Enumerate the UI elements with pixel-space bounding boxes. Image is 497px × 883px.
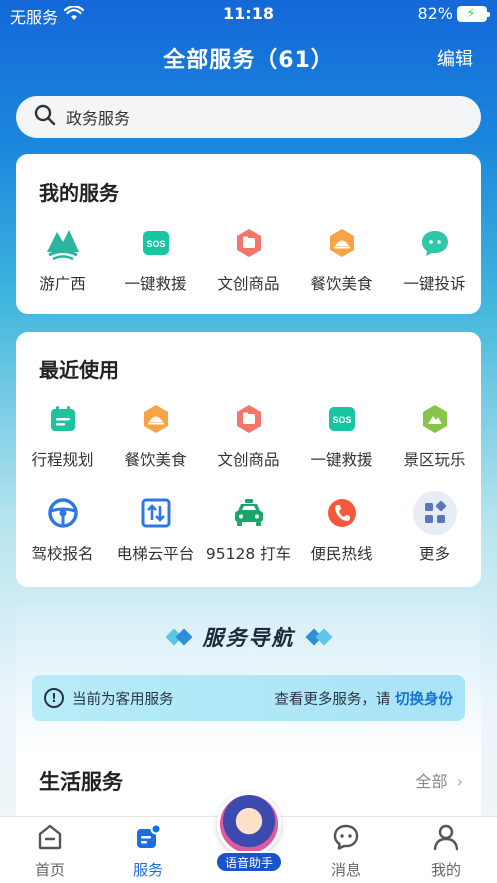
service-label: 95128 打车 xyxy=(205,545,292,563)
my-services-card: 我的服务 游广西 SOS 一键救援 文创商品 餐饮美食 一键投诉 xyxy=(16,154,481,314)
service-sos[interactable]: SOS 一键救援 xyxy=(109,220,202,294)
tab-label: 服务 xyxy=(132,861,163,879)
service-nav-title: 服务导航 xyxy=(202,626,295,650)
food-dome-icon xyxy=(133,396,179,442)
service-elevator[interactable]: 电梯云平台 xyxy=(109,490,202,564)
search-icon xyxy=(34,104,66,130)
service-cultural-goods[interactable]: 文创商品 xyxy=(202,220,295,294)
diamond-left-icon xyxy=(165,628,192,646)
svg-text:SOS: SOS xyxy=(146,239,165,249)
service-nav-header: 服务导航 xyxy=(16,622,481,652)
service-label: 驾校报名 xyxy=(31,545,94,563)
notice-text: 当前为客用服务 xyxy=(72,691,174,708)
tab-label: 我的 xyxy=(430,861,461,879)
service-label: 游广西 xyxy=(39,275,86,293)
more-grid-icon xyxy=(412,490,458,536)
switch-identity-link[interactable]: 切换身份 xyxy=(395,692,453,708)
user-icon xyxy=(432,823,460,855)
my-services-title: 我的服务 xyxy=(39,181,119,205)
identity-notice: ! 当前为客用服务 查看更多服务，请 切换身份 xyxy=(32,675,465,721)
my-services-grid: 游广西 SOS 一键救援 文创商品 餐饮美食 一键投诉 xyxy=(16,220,481,294)
service-label: 餐饮美食 xyxy=(310,275,373,293)
service-driving-school[interactable]: 驾校报名 xyxy=(16,490,109,564)
service-food[interactable]: 餐饮美食 xyxy=(295,220,388,294)
guangxi-mountain-icon xyxy=(40,220,86,266)
service-hotline[interactable]: 便民热线 xyxy=(295,490,388,564)
recent-grid-row: 驾校报名 电梯云平台 95128 打车 便民热线 更多 xyxy=(16,490,481,564)
assistant-label: 语音助手 xyxy=(215,851,283,873)
service-label: 文创商品 xyxy=(217,275,280,293)
diamond-right-icon xyxy=(305,628,332,646)
status-bar: 无服务 11:18 82% ⚡ xyxy=(0,0,497,30)
voice-assistant-button[interactable]: 语音助手 xyxy=(209,790,289,878)
service-label: 一键救援 xyxy=(124,275,187,293)
service-label: 便民热线 xyxy=(310,545,373,563)
chevron-right-icon: › xyxy=(456,772,463,791)
edit-button[interactable]: 编辑 xyxy=(437,45,473,71)
search-input[interactable]: 政务服务 xyxy=(16,96,481,138)
elevator-icon xyxy=(133,490,179,536)
service-food[interactable]: 餐饮美食 xyxy=(109,396,202,470)
search-placeholder: 政务服务 xyxy=(66,109,131,128)
svg-text:SOS: SOS xyxy=(332,415,351,425)
sos-icon: SOS xyxy=(319,396,365,442)
service-guangxi[interactable]: 游广西 xyxy=(16,220,109,294)
phone-icon xyxy=(319,490,365,536)
assistant-avatar xyxy=(217,792,281,856)
recent-grid-row: 行程规划 餐饮美食 文创商品 SOS 一键救援 景区玩乐 xyxy=(16,396,481,470)
service-trip-planning[interactable]: 行程规划 xyxy=(16,396,109,470)
tab-mine[interactable]: 我的 xyxy=(406,823,486,880)
recent-card: 最近使用 行程规划 餐饮美食 文创商品 SOS 一键救援 景区玩乐 驾校报名 电… xyxy=(16,332,481,587)
calendar-icon xyxy=(40,396,86,442)
steering-wheel-icon xyxy=(40,490,86,536)
chat-bubble-icon xyxy=(412,220,458,266)
service-nav-section: 服务导航 ! 当前为客用服务 查看更多服务，请 切换身份 生活服务 全部 › xyxy=(16,604,481,816)
tab-messages[interactable]: 消息 xyxy=(306,823,386,880)
recent-title: 最近使用 xyxy=(39,358,119,382)
folder-icon xyxy=(226,396,272,442)
life-services-all-link[interactable]: 全部 › xyxy=(415,768,463,792)
service-complaint[interactable]: 一键投诉 xyxy=(388,220,481,294)
notice-hint: 查看更多服务，请 xyxy=(274,691,391,708)
header: 全部服务（61） 编辑 xyxy=(0,38,497,78)
service-label: 文创商品 xyxy=(217,451,280,469)
service-label: 一键投诉 xyxy=(403,275,466,293)
sos-icon: SOS xyxy=(133,220,179,266)
service-label: 一键救援 xyxy=(310,451,373,469)
tab-home[interactable]: 首页 xyxy=(10,823,90,880)
info-icon: ! xyxy=(44,688,64,708)
food-dome-icon xyxy=(319,220,365,266)
page-title: 全部服务（61） xyxy=(163,48,334,73)
folder-icon xyxy=(226,220,272,266)
service-scenic[interactable]: 景区玩乐 xyxy=(388,396,481,470)
service-label: 餐饮美食 xyxy=(124,451,187,469)
service-sos[interactable]: SOS 一键救援 xyxy=(295,396,388,470)
status-right: 82% ⚡ xyxy=(417,4,490,23)
service-more[interactable]: 更多 xyxy=(388,490,481,564)
taxi-icon xyxy=(226,490,272,536)
service-label: 更多 xyxy=(418,545,450,563)
tab-label: 消息 xyxy=(330,861,361,879)
life-services-title: 生活服务 xyxy=(39,770,123,794)
notice-right-text: 查看更多服务，请 切换身份 xyxy=(274,688,453,709)
service-label: 景区玩乐 xyxy=(403,451,466,469)
all-link-label: 全部 xyxy=(415,772,448,791)
scenic-icon xyxy=(412,396,458,442)
message-icon xyxy=(332,823,360,855)
home-icon xyxy=(36,823,64,855)
battery-icon: ⚡ xyxy=(457,5,490,22)
services-icon xyxy=(134,823,162,855)
service-cultural-goods[interactable]: 文创商品 xyxy=(202,396,295,470)
battery-percent: 82% xyxy=(417,4,453,23)
service-taxi[interactable]: 95128 打车 xyxy=(202,490,295,564)
tab-services[interactable]: 服务 xyxy=(108,823,188,880)
tab-label: 首页 xyxy=(34,861,65,879)
service-label: 电梯云平台 xyxy=(116,545,195,563)
service-label: 行程规划 xyxy=(31,451,94,469)
